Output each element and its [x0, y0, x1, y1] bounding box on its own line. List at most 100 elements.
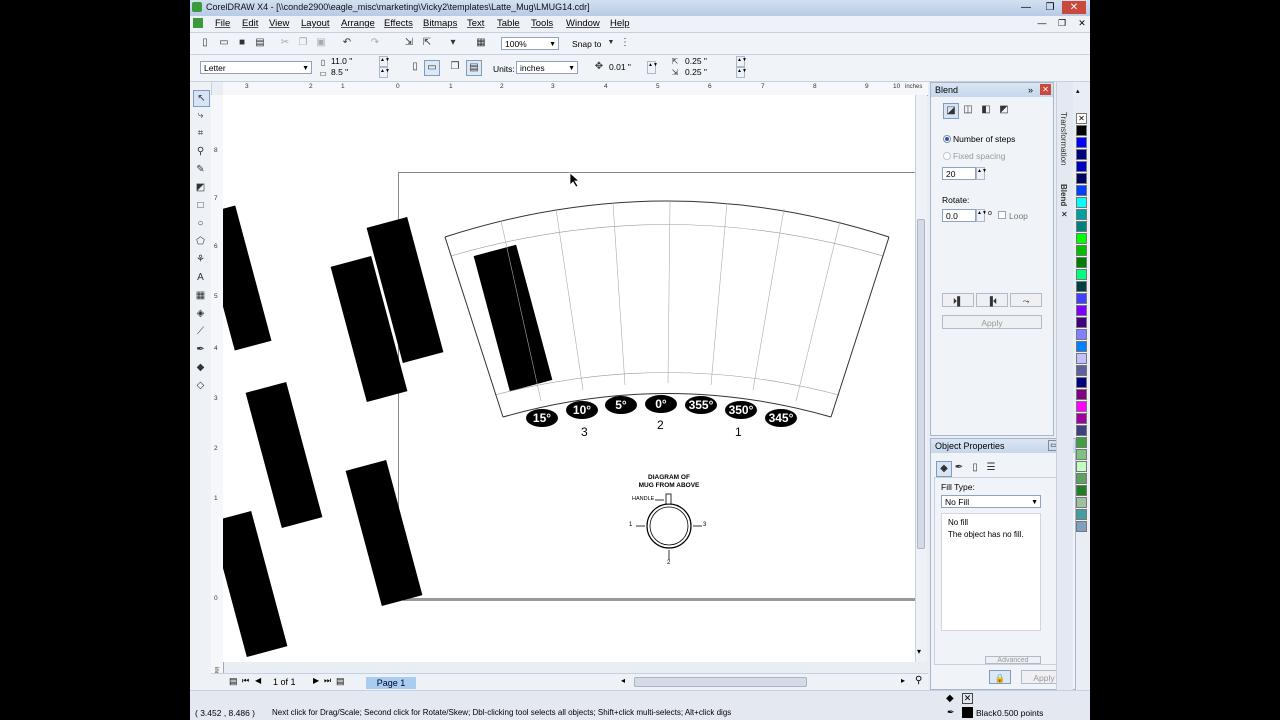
palette-swatch[interactable] [1076, 509, 1087, 520]
expand-icon[interactable]: » [1028, 83, 1033, 97]
palette-swatch[interactable] [1076, 221, 1087, 232]
general-tab-icon[interactable]: ▯ [968, 461, 982, 475]
new-icon[interactable]: ▯ [198, 36, 212, 50]
print-icon[interactable]: ▤ [253, 36, 267, 50]
palette-swatch[interactable] [1076, 269, 1087, 280]
ellipse-tool-icon[interactable]: ○ [193, 216, 208, 231]
add-page-after-icon[interactable]: ▤ [336, 676, 345, 687]
rotate-spinner[interactable]: ▲▼ [976, 209, 987, 222]
blend-steps-tab-icon[interactable]: ◪ [943, 103, 959, 119]
polygon-tool-icon[interactable]: ⬠ [193, 234, 208, 249]
height-spinner[interactable]: ▲▼ [379, 67, 390, 78]
blend-apply-button[interactable]: Apply [942, 315, 1042, 329]
palette-swatch[interactable] [1076, 461, 1087, 472]
palette-swatch[interactable] [1076, 413, 1087, 424]
blend-steps-field[interactable]: 20 [942, 167, 976, 180]
blend-path-button[interactable]: ⤳ [1010, 293, 1042, 307]
drawing-canvas[interactable]: 15° 10° 5° 0° 355° 350° 345° 3 2 1 DIAGR… [223, 95, 915, 662]
blend-steps-spinner[interactable]: ▲▼ [976, 167, 987, 180]
docker-close-icon[interactable]: ✕ [1040, 84, 1051, 95]
nudge-spinner[interactable]: ▲▼ [647, 61, 658, 74]
degree-label-5[interactable]: 5° [605, 396, 637, 414]
blend-acceleration-tab-icon[interactable]: ◫ [961, 103, 975, 117]
redo-icon[interactable]: ↷ [368, 36, 382, 50]
palette-swatch[interactable] [1076, 149, 1087, 160]
horizontal-ruler[interactable]: 3 2 1 0 1 2 3 4 5 6 7 8 9 10 inches [223, 82, 928, 96]
palette-swatch[interactable] [1076, 293, 1087, 304]
end-object-button[interactable]: ▐⏴ [976, 293, 1008, 307]
copy-icon[interactable]: ❐ [296, 36, 310, 50]
palette-swatch[interactable] [1076, 365, 1087, 376]
menu-arrange[interactable]: Arrange [341, 18, 375, 29]
palette-swatch[interactable] [1076, 173, 1087, 184]
degree-label-350[interactable]: 350° [725, 401, 757, 419]
rectangle-tool-icon[interactable]: □ [193, 198, 208, 213]
menu-table[interactable]: Table [497, 18, 520, 29]
palette-swatch[interactable] [1076, 317, 1087, 328]
menu-bitmaps[interactable]: Bitmaps [423, 18, 457, 29]
summary-tab-icon[interactable]: ☰ [984, 461, 998, 475]
palette-swatch[interactable] [1076, 209, 1087, 220]
outline-tab-icon[interactable]: ✒ [952, 461, 966, 475]
landscape-icon[interactable]: ▭ [424, 60, 440, 76]
scroll-left-icon[interactable]: ◂ [621, 676, 625, 685]
freehand-tool-icon[interactable]: ✎ [193, 162, 208, 177]
palette-swatch[interactable] [1076, 185, 1087, 196]
width-spinner[interactable]: ▲▼ [379, 56, 390, 67]
first-page-icon[interactable]: ⏮ [242, 676, 249, 686]
horizontal-scroll-thumb[interactable] [634, 677, 807, 687]
snap-to-label[interactable]: Snap to [572, 39, 601, 49]
basic-shapes-icon[interactable]: ⚘ [193, 252, 208, 267]
lock-icon[interactable]: 🔒 [989, 670, 1011, 684]
number-of-steps-radio[interactable] [943, 135, 951, 143]
transformation-tab[interactable]: Transformation [1059, 112, 1068, 166]
crop-tool-icon[interactable]: ⌗ [193, 126, 208, 141]
palette-swatch[interactable] [1076, 329, 1087, 340]
palette-swatch[interactable] [1076, 137, 1087, 148]
dup-x-spinner[interactable]: ▲▼ [736, 56, 747, 67]
page-width-field[interactable]: 11.0 " [328, 56, 376, 67]
import-icon[interactable]: ⇲ [402, 36, 416, 50]
fill-type-dropdown[interactable]: No Fill ▼ [941, 495, 1041, 508]
loop-checkbox[interactable] [998, 211, 1006, 219]
menu-help[interactable]: Help [610, 18, 630, 29]
tab-close-icon[interactable]: ✕ [1061, 210, 1068, 219]
shape-tool-icon[interactable]: ⤷ [193, 108, 208, 123]
fill-tool-icon[interactable]: ◆ [193, 360, 208, 375]
smart-fill-icon[interactable]: ◩ [193, 180, 208, 195]
blend-misc-tab-icon[interactable]: ◩ [997, 103, 1011, 117]
palette-swatch[interactable] [1076, 125, 1087, 136]
welcome-screen-icon[interactable]: ▦ [474, 36, 488, 50]
page-1-tab[interactable]: Page 1 [366, 677, 416, 689]
last-page-icon[interactable]: ⏭ [324, 676, 331, 686]
menu-text[interactable]: Text [467, 18, 484, 29]
palette-swatch[interactable] [1076, 449, 1087, 460]
options-icon[interactable]: ⋮ [618, 36, 632, 50]
palette-swatch[interactable] [1076, 401, 1087, 412]
interactive-fill-icon[interactable]: ◇ [193, 378, 208, 393]
restore-button[interactable]: ❐ [1038, 1, 1062, 14]
save-icon[interactable]: ■ [235, 36, 249, 50]
previous-page-icon[interactable]: ◀ [255, 676, 261, 685]
page-size-dropdown[interactable]: Letter ▼ [200, 61, 312, 74]
add-page-icon[interactable]: ▤ [229, 676, 238, 687]
portrait-icon[interactable]: ▯ [408, 60, 422, 74]
eyedropper-icon[interactable]: ⟋ [193, 324, 208, 339]
menu-file[interactable]: File [215, 18, 230, 29]
menu-tools[interactable]: Tools [531, 18, 553, 29]
minimize-button[interactable]: — [1014, 1, 1038, 14]
open-icon[interactable]: ▭ [217, 36, 231, 50]
menu-layout[interactable]: Layout [301, 18, 330, 29]
degree-label-355[interactable]: 355° [685, 396, 717, 414]
page-height-field[interactable]: 8.5 " [328, 67, 376, 78]
units-dropdown[interactable]: inches ▼ [516, 61, 578, 74]
paste-icon[interactable]: ▣ [314, 36, 328, 50]
app-launcher-icon[interactable]: ▾ [446, 36, 460, 50]
menu-view[interactable]: View [269, 18, 289, 29]
palette-swatch[interactable] [1076, 353, 1087, 364]
fill-tab-icon[interactable]: ◆ [936, 461, 952, 477]
text-tool-icon[interactable]: A [193, 270, 208, 285]
start-object-button[interactable]: ⏵▌ [942, 293, 974, 307]
zoom-level-dropdown[interactable]: 100% ▼ [501, 37, 559, 50]
palette-swatch[interactable] [1076, 341, 1087, 352]
